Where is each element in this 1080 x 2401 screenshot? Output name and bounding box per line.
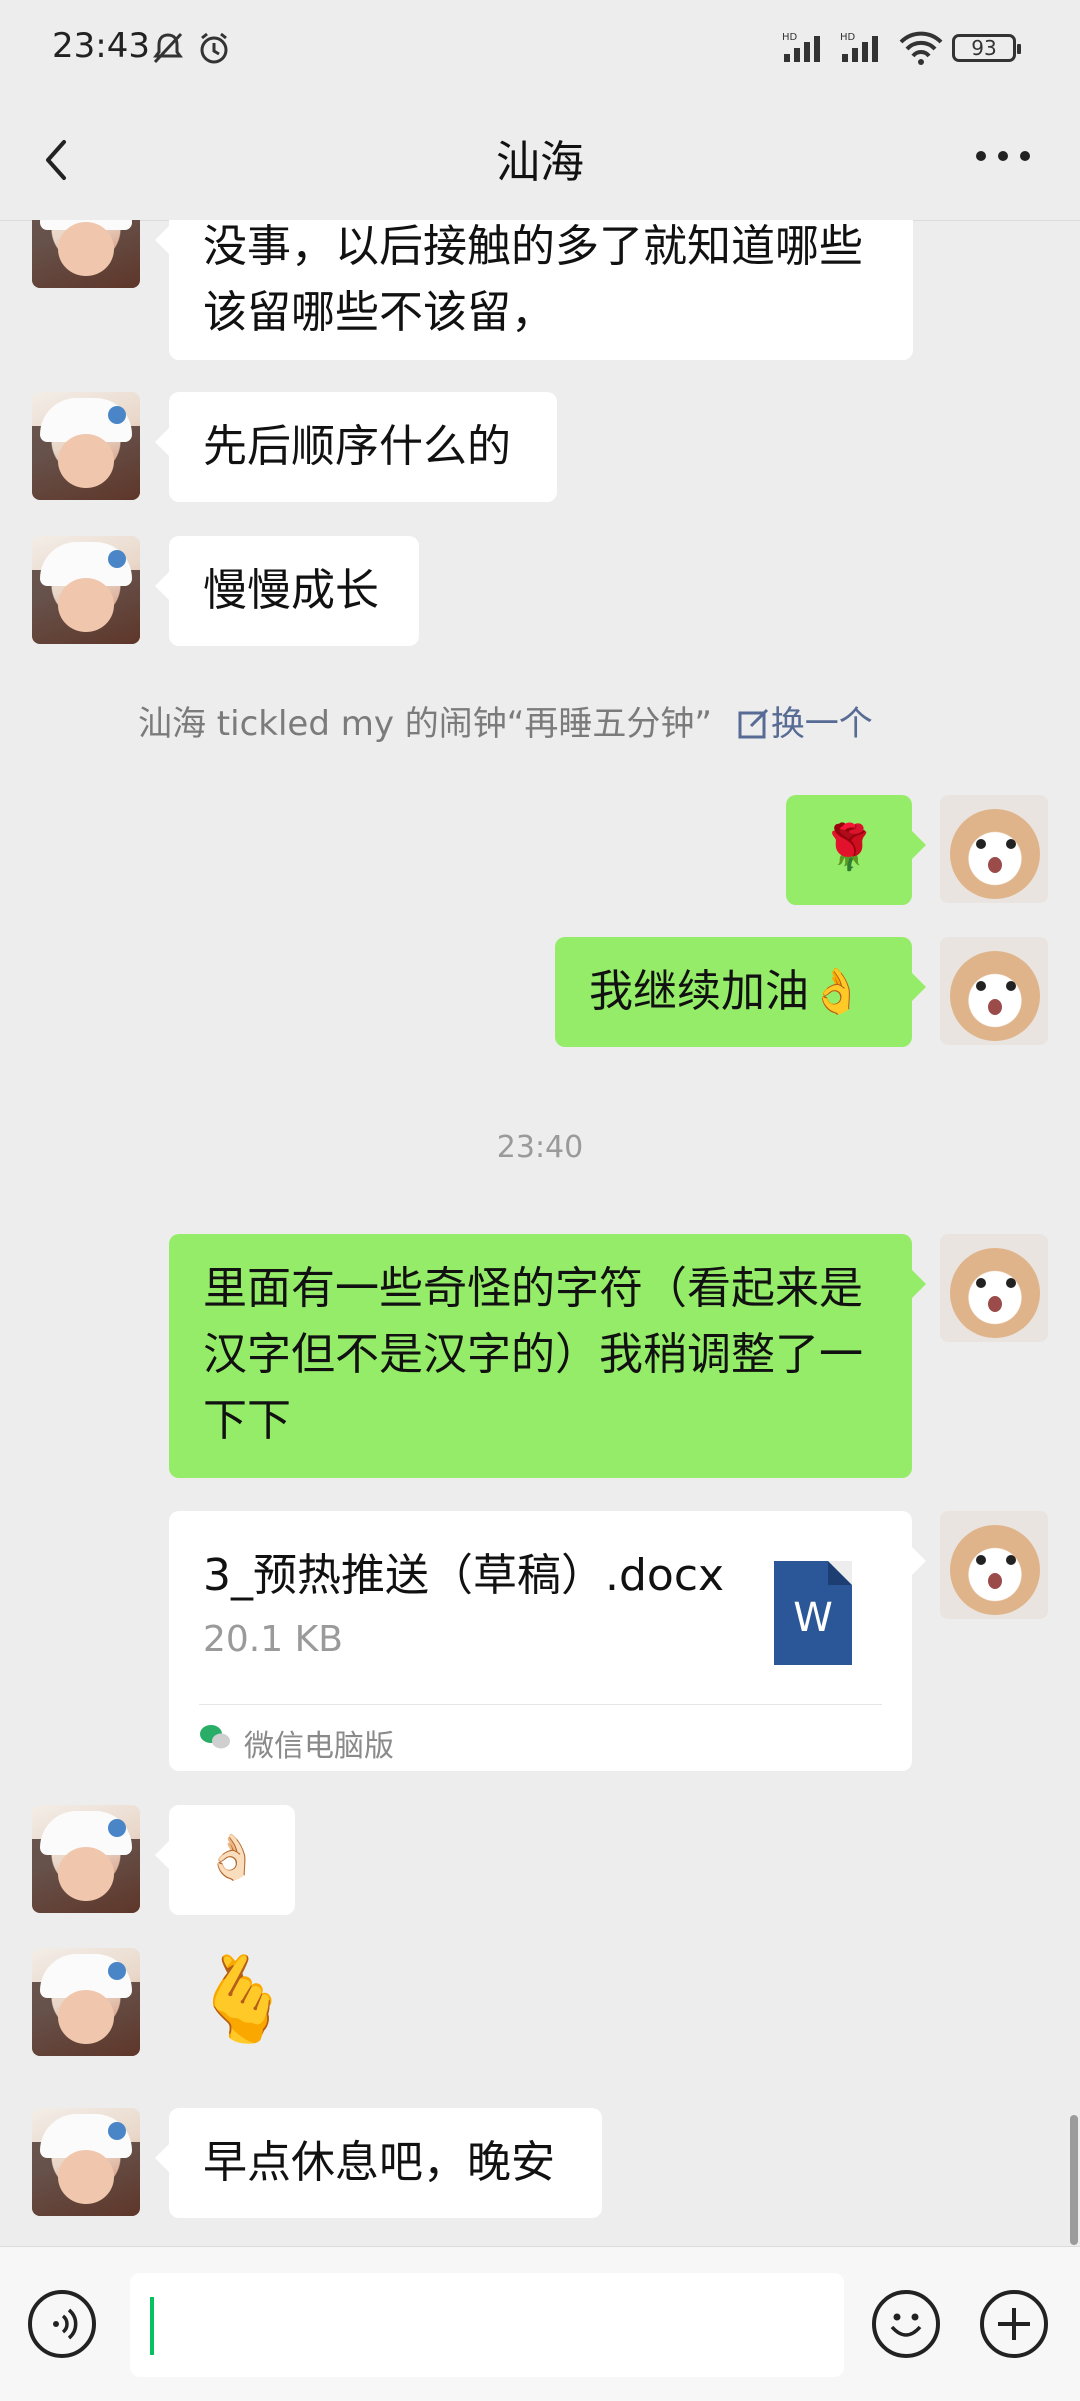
svg-text:HD: HD — [782, 32, 798, 43]
battery-icon: 93 — [952, 34, 1021, 62]
file-type-letter: W — [793, 1595, 833, 1641]
my-avatar[interactable] — [940, 1511, 1048, 1619]
input-bar — [0, 2246, 1080, 2401]
message-text: 慢慢成长 — [203, 565, 379, 616]
ok-hand-emoji: 👌🏻 — [204, 1832, 260, 1883]
mute-bell-icon — [153, 32, 183, 64]
sent-message[interactable]: 🌹 — [786, 795, 926, 905]
file-message[interactable]: 3_预热推送（草稿）.docx 20.1 KB W 微信电脑版 — [169, 1511, 926, 1771]
chat-header: 汕海 — [0, 96, 1080, 221]
received-message[interactable]: 早点休息吧，晚安 — [155, 2108, 602, 2218]
sent-message[interactable]: 我继续加油👌 — [555, 937, 926, 1047]
message-text: 早点休息吧，晚安 — [203, 2137, 555, 2188]
system-tickle-message: 汕海 tickled my 的闹钟“再睡五分钟” 换一个 — [138, 696, 958, 745]
alarm-icon — [200, 32, 228, 64]
message-list[interactable]: 没事，以后接触的多了就知道哪些该留哪些不该留， 先后顺序什么的 慢慢成长 汕海 … — [0, 220, 1080, 2246]
edit-icon — [738, 708, 768, 739]
wifi-icon — [899, 31, 943, 65]
my-avatar[interactable] — [940, 937, 1048, 1045]
change-tickle-link[interactable]: 换一个 — [737, 704, 873, 744]
contact-avatar[interactable] — [32, 220, 140, 288]
divider — [199, 1704, 882, 1705]
voice-button[interactable] — [28, 2290, 96, 2358]
message-input[interactable] — [130, 2273, 844, 2377]
more-functions-button[interactable] — [980, 2290, 1048, 2358]
status-time: 23:43 — [52, 26, 150, 66]
sent-message[interactable]: 里面有一些奇怪的字符（看起来是汉字但不是汉字的）我稍调整了一下下 — [169, 1234, 926, 1478]
more-dots-icon[interactable] — [968, 136, 1038, 176]
change-tickle-label: 换一个 — [770, 704, 873, 744]
file-name: 3_预热推送（草稿）.docx — [203, 1550, 725, 1601]
message-text: 我继续加油👌 — [589, 966, 864, 1017]
contact-avatar[interactable] — [32, 2108, 140, 2216]
plus-icon — [998, 2308, 1030, 2340]
contact-avatar[interactable] — [32, 536, 140, 644]
message-text: 里面有一些奇怪的字符（看起来是汉字但不是汉字的）我稍调整了一下下 — [203, 1263, 863, 1446]
received-message[interactable]: 没事，以后接触的多了就知道哪些该留哪些不该留， — [155, 220, 913, 360]
chat-title: 汕海 — [496, 137, 584, 188]
hd-signal-icon: HD — [782, 32, 820, 62]
received-message[interactable]: 先后顺序什么的 — [155, 392, 557, 502]
word-file-icon: W — [774, 1561, 852, 1665]
status-bar: 23:43 HD HD 93 — [0, 0, 1080, 96]
smiley-icon — [890, 2313, 922, 2337]
received-message[interactable]: 👌🏻 — [155, 1805, 295, 1915]
message-text: 没事，以后接触的多了就知道哪些该留哪些不该留， — [203, 221, 863, 338]
text-caret — [150, 2297, 154, 2355]
received-message[interactable]: 慢慢成长 — [155, 536, 419, 646]
file-size: 20.1 KB — [203, 1619, 343, 1660]
scrollbar[interactable] — [1070, 2115, 1078, 2245]
voice-icon — [53, 2308, 78, 2340]
wechat-icon — [200, 1725, 230, 1749]
my-avatar[interactable] — [940, 1234, 1048, 1342]
tickle-text: 汕海 tickled my 的闹钟“再睡五分钟” — [138, 704, 712, 744]
emoji-button[interactable] — [872, 2290, 940, 2358]
my-avatar[interactable] — [940, 795, 1048, 903]
contact-avatar[interactable] — [32, 1948, 140, 2056]
file-source: 微信电脑版 — [244, 1729, 394, 1764]
contact-avatar[interactable] — [32, 1805, 140, 1913]
finger-heart-sticker[interactable]: 🫰 — [190, 1944, 295, 2054]
svg-text:HD: HD — [840, 32, 856, 43]
message-text: 先后顺序什么的 — [203, 421, 511, 472]
hd-signal-icon: HD — [840, 32, 878, 62]
contact-avatar[interactable] — [32, 392, 140, 500]
rose-emoji: 🌹 — [821, 822, 877, 873]
message-timestamp: 23:40 — [496, 1130, 584, 1165]
